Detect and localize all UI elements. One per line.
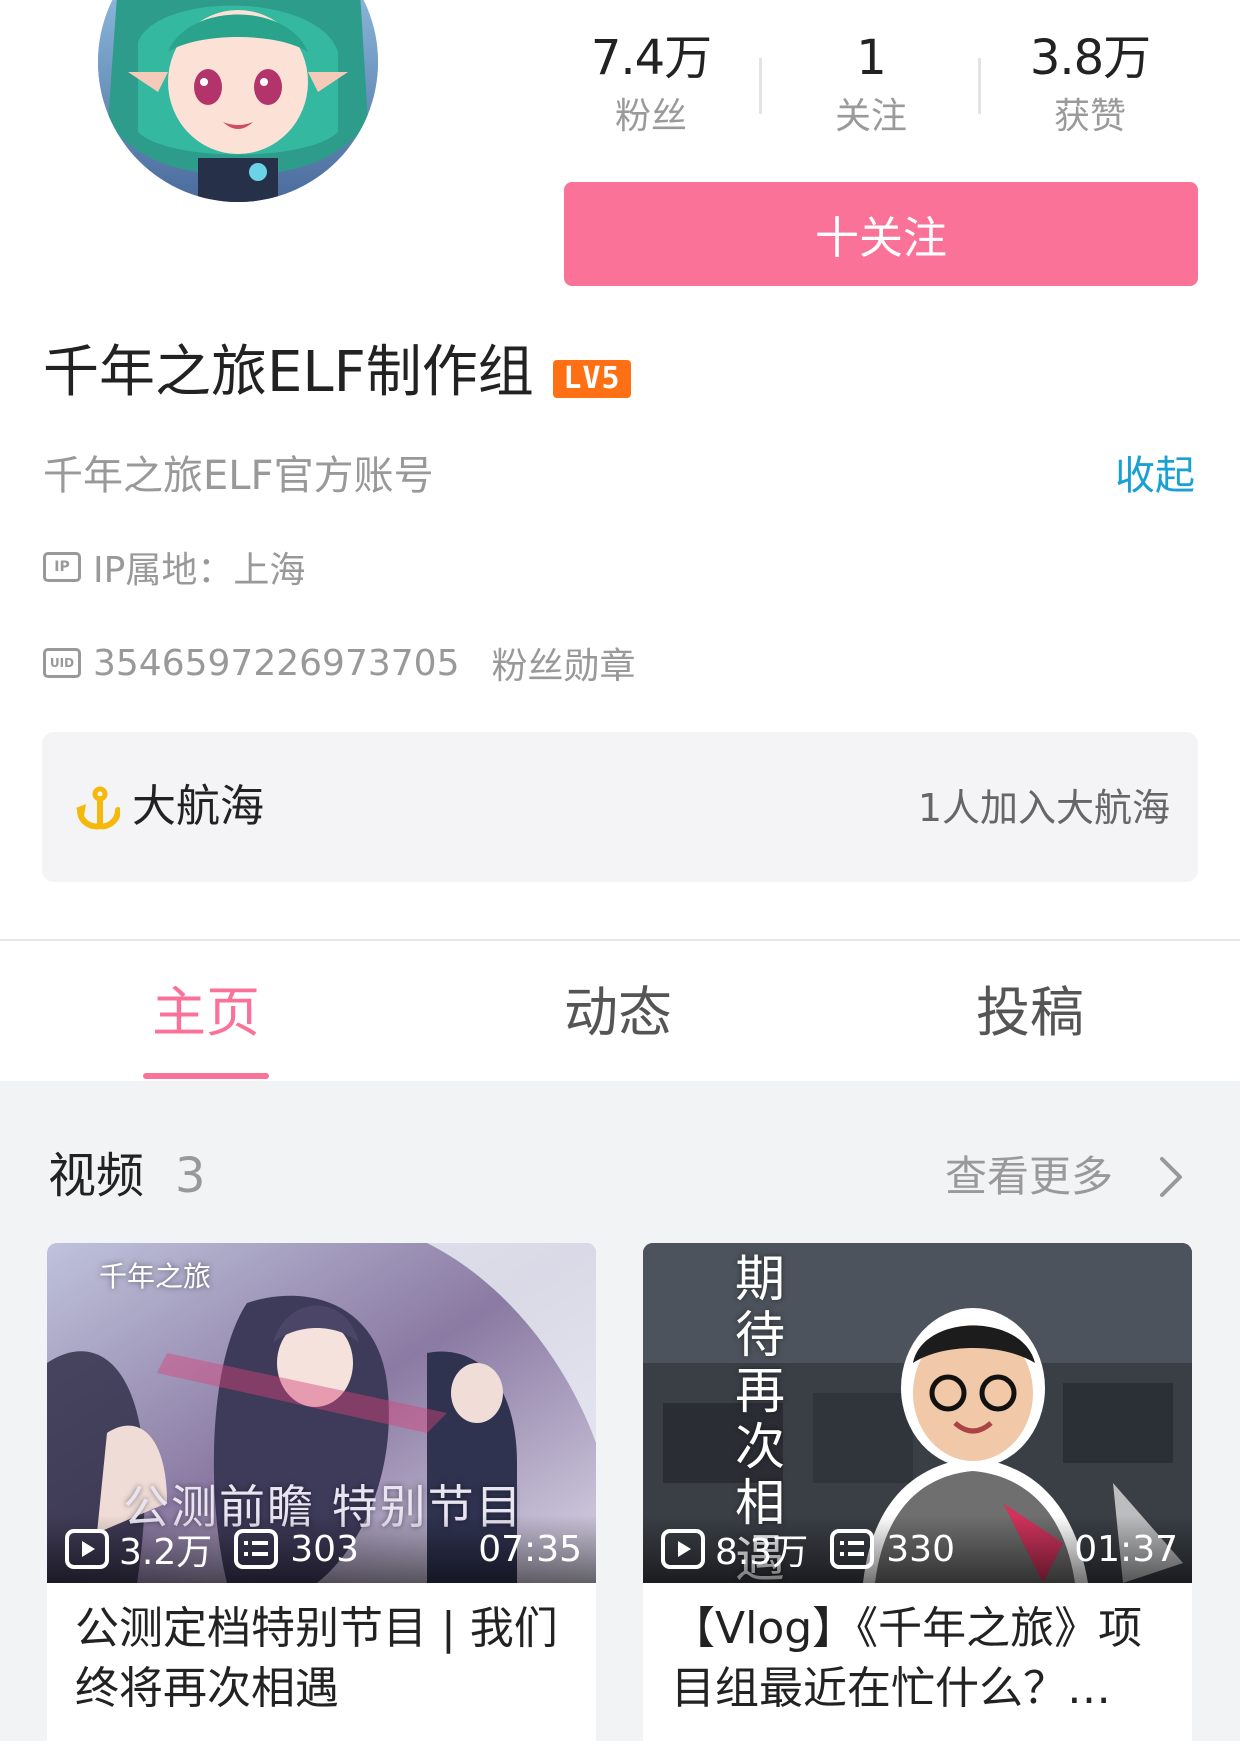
video-card[interactable]: 期待再次相遇 8.3万 330 01:37 【Vlog】《千年之旅》项目组最近在… [643,1243,1192,1763]
stat-divider [978,58,981,114]
stat-following-value: 1 [856,30,887,86]
danmaku-count-icon [830,1529,875,1569]
ip-location-row: IP IP属地：上海 [43,544,306,591]
play-count-icon [661,1529,705,1569]
stat-following-label: 关注 [834,96,907,137]
video-meta-bar: 3.2万 303 07:35 [47,1515,596,1583]
danmaku-count: 330 [886,1528,955,1570]
follow-button[interactable]: 十关注 [564,182,1198,286]
guard-card[interactable]: 大航海 1人加入大航海 [42,732,1198,882]
chevron-right-icon[interactable] [1150,1153,1190,1201]
avatar[interactable] [98,0,378,202]
stat-fans-label: 粉丝 [614,96,687,137]
danmaku-count-icon [234,1529,279,1569]
section-divider [0,939,1240,941]
thumbnail-logo: 千年之旅 [99,1260,212,1293]
play-count: 8.3万 [715,1532,809,1573]
stat-likes-value: 3.8万 [1029,30,1151,86]
collapse-link[interactable]: 收起 [1115,448,1195,504]
play-count: 3.2万 [119,1532,213,1573]
uid-text[interactable]: 3546597226973705 [93,643,459,684]
stat-likes[interactable]: 3.8万 获赞 [985,30,1195,142]
stat-fans[interactable]: 7.4万 粉丝 [546,30,756,142]
stat-likes-label: 获赞 [1053,96,1126,137]
guard-title: 大航海 [132,781,264,832]
tab-submissions[interactable]: 投稿 [880,975,1180,1051]
avatar-image [98,0,378,202]
profile-sign: 千年之旅ELF官方账号 [43,453,434,499]
stat-fans-value: 7.4万 [590,30,712,86]
video-meta-bar: 8.3万 330 01:37 [643,1515,1192,1583]
tab-active-indicator [143,1073,269,1079]
guard-count: 1人加入大航海 [917,786,1170,830]
stat-following[interactable]: 1 关注 [766,30,976,142]
uid-icon: UID [43,648,81,678]
fan-badge-link[interactable]: 粉丝勋章 [491,637,635,689]
videos-section-title: 视频 [48,1148,145,1204]
danmaku-count: 303 [290,1528,359,1570]
video-card[interactable]: 千年之旅 公测前瞻 特别节目 3.2万 303 07:35 公测定档特别节目 |… [47,1243,596,1763]
anchor-icon [76,786,120,830]
video-title[interactable]: 公测定档特别节目 | 我们终将再次相遇 [75,1599,575,1719]
ip-icon: IP [43,552,81,582]
play-count-icon [65,1529,109,1569]
see-more-link[interactable]: 查看更多 [945,1147,1113,1207]
stat-divider [759,58,762,114]
video-duration: 07:35 [478,1528,582,1570]
tab-dynamics[interactable]: 动态 [468,975,768,1051]
ip-location-text: IP属地：上海 [93,550,306,591]
profile-name: 千年之旅ELF制作组 [43,340,534,405]
video-thumbnail[interactable]: 期待再次相遇 8.3万 330 01:37 [643,1243,1192,1583]
video-title[interactable]: 【Vlog】《千年之旅》项目组最近在忙什么？… [671,1599,1171,1719]
video-duration: 01:37 [1074,1528,1178,1570]
videos-section-count: 3 [175,1148,206,1204]
video-thumbnail[interactable]: 千年之旅 公测前瞻 特别节目 3.2万 303 07:35 [47,1243,596,1583]
tab-home[interactable]: 主页 [56,975,356,1051]
level-badge: LV5 [553,360,631,398]
uid-row: UID 3546597226973705 粉丝勋章 [43,637,635,689]
